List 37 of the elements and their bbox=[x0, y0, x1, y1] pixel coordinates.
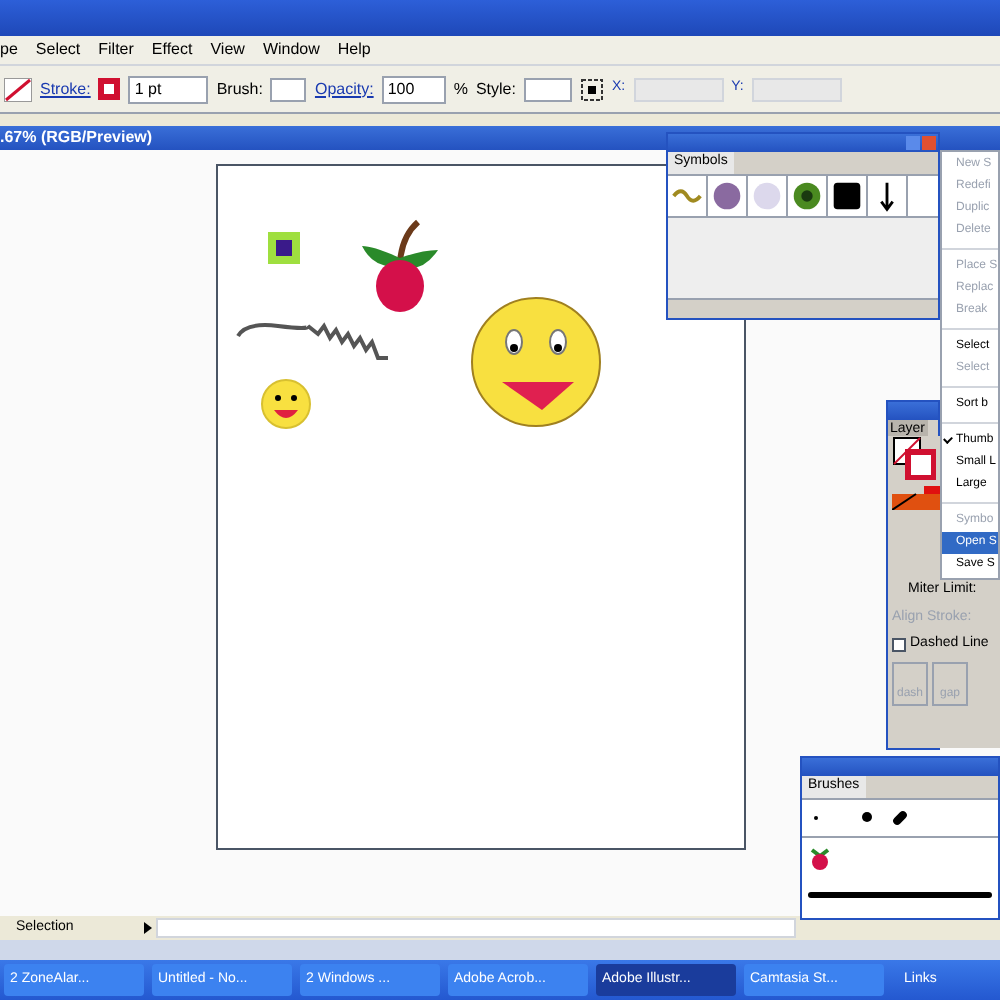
stroke-color-icon[interactable] bbox=[98, 78, 121, 100]
brush-field[interactable] bbox=[270, 77, 307, 101]
check-icon bbox=[943, 434, 953, 444]
panel-title-bar bbox=[888, 402, 938, 420]
reference-point-icon[interactable] bbox=[579, 77, 604, 101]
y-field[interactable] bbox=[751, 77, 842, 101]
cherry-drawing bbox=[362, 219, 438, 312]
ring-symbol-icon[interactable] bbox=[788, 175, 828, 215]
orb-symbol-icon[interactable] bbox=[708, 175, 748, 215]
percent-label: % bbox=[453, 77, 468, 101]
smiley-drawing bbox=[261, 379, 311, 429]
menu-item[interactable]: Filter bbox=[98, 38, 134, 62]
dot-brush-icon[interactable] bbox=[862, 812, 872, 822]
horizontal-scrollbar[interactable] bbox=[156, 918, 796, 938]
menu-item[interactable]: View bbox=[210, 38, 245, 62]
brush-swatches[interactable] bbox=[802, 797, 998, 837]
smiley-drawing bbox=[471, 297, 601, 427]
style-label: Style: bbox=[475, 77, 516, 101]
square-drawing bbox=[268, 232, 300, 264]
opacity-label[interactable]: Opacity: bbox=[314, 77, 374, 101]
fill-stroke-icon[interactable] bbox=[892, 436, 936, 480]
stroke-weight-field[interactable]: 1 pt bbox=[128, 75, 209, 103]
menu-item[interactable]: Effect bbox=[151, 38, 193, 62]
style-field[interactable] bbox=[523, 77, 572, 101]
oval-brush-icon[interactable] bbox=[891, 808, 909, 826]
opacity-field[interactable]: 100 bbox=[381, 75, 446, 103]
brush-label: Brush: bbox=[216, 77, 263, 101]
menu-item[interactable]: Window bbox=[262, 38, 320, 62]
menu-item[interactable]: Help bbox=[337, 38, 371, 62]
menu-item[interactable]: pe bbox=[0, 38, 18, 62]
menu-item[interactable]: Select bbox=[35, 38, 81, 62]
stroke-swatch-icon[interactable] bbox=[4, 77, 32, 101]
dashed-line-checkbox[interactable] bbox=[892, 637, 906, 652]
x-field[interactable] bbox=[633, 77, 724, 101]
stroke-label[interactable]: Stroke: bbox=[40, 77, 91, 101]
swirl-symbol-icon[interactable] bbox=[668, 175, 708, 215]
calligraphic-brush-stroke[interactable] bbox=[802, 873, 998, 918]
